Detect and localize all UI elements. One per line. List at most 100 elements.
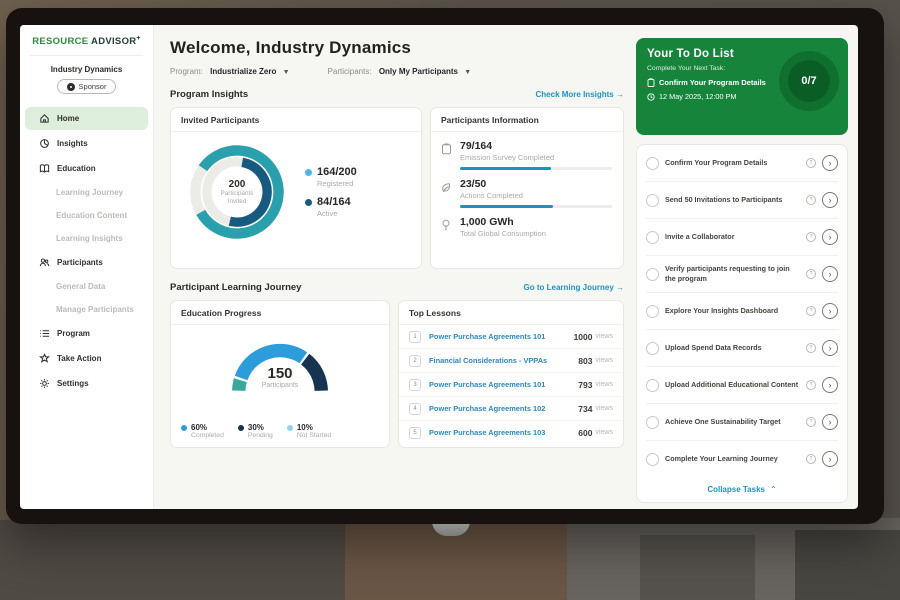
legend-dot xyxy=(287,425,293,431)
task-row: Verify participants requesting to join t… xyxy=(646,256,838,293)
sidebar-item-general-data[interactable]: General Data xyxy=(25,276,148,297)
task-info-icon[interactable]: ? xyxy=(806,269,816,279)
sidebar-item-insights[interactable]: Insights xyxy=(25,132,148,155)
sidebar-item-settings[interactable]: Settings xyxy=(25,372,148,395)
top-lessons-card: Top Lessons 1 Power Purchase Agreements … xyxy=(398,300,624,448)
lesson-rank: 1 xyxy=(409,331,421,343)
participants-filter-value: Only My Participants xyxy=(379,67,458,76)
task-info-icon[interactable]: ? xyxy=(806,454,816,464)
lesson-row: 1 Power Purchase Agreements 101 1000 vie… xyxy=(399,325,623,349)
sidebar-item-label: Insights xyxy=(57,139,88,148)
page-title: Welcome, Industry Dynamics xyxy=(170,38,624,58)
task-checkbox[interactable] xyxy=(646,157,659,170)
legend-item-not-started: 10% Not Started xyxy=(287,423,331,439)
card-title: Invited Participants xyxy=(171,108,421,132)
card-title: Education Progress xyxy=(171,301,389,325)
legend-dot xyxy=(305,169,312,176)
check-more-insights-link[interactable]: Check More Insights → xyxy=(536,90,624,99)
participants-icon xyxy=(39,257,50,268)
todo-due-date: 12 May 2025, 12:00 PM xyxy=(659,92,736,101)
lesson-link[interactable]: Power Purchase Agreements 101 xyxy=(429,332,574,341)
arrow-right-icon: → xyxy=(616,283,624,292)
sidebar-item-label: Home xyxy=(57,114,79,123)
collapse-tasks-link[interactable]: Collapse Tasks ⌃ xyxy=(646,477,838,502)
sidebar-item-learning-insights[interactable]: Learning Insights xyxy=(25,228,148,249)
lesson-rank: 3 xyxy=(409,379,421,391)
home-icon xyxy=(39,113,50,124)
chevron-up-icon: ⌃ xyxy=(770,485,777,494)
lesson-link[interactable]: Power Purchase Agreements 102 xyxy=(429,404,578,413)
todo-panel: Your To Do List Complete Your Next Task:… xyxy=(636,25,858,509)
task-checkbox[interactable] xyxy=(646,194,659,207)
gauge-center-label: Participants xyxy=(215,382,345,389)
progress-bar xyxy=(460,205,612,208)
education-icon xyxy=(39,163,50,174)
task-open-button[interactable]: › xyxy=(822,451,838,467)
clipboard-icon xyxy=(647,78,655,87)
task-open-button[interactable]: › xyxy=(822,340,838,356)
lesson-link[interactable]: Power Purchase Agreements 103 xyxy=(429,428,578,437)
lesson-link[interactable]: Power Purchase Agreements 101 xyxy=(429,380,578,389)
task-checkbox[interactable] xyxy=(646,416,659,429)
main-content: Welcome, Industry Dynamics Program: Indu… xyxy=(154,25,636,509)
task-checkbox[interactable] xyxy=(646,305,659,318)
sidebar-item-learning-journey[interactable]: Learning Journey xyxy=(25,182,148,203)
dashboard-screen: RESOURCE ADVISOR+ Industry Dynamics Spon… xyxy=(20,25,858,509)
task-open-button[interactable]: › xyxy=(822,266,838,282)
task-info-icon[interactable]: ? xyxy=(806,343,816,353)
sidebar-item-label: Manage Participants xyxy=(56,305,134,314)
task-checkbox[interactable] xyxy=(646,268,659,281)
sidebar: RESOURCE ADVISOR+ Industry Dynamics Spon… xyxy=(20,25,154,509)
task-checkbox[interactable] xyxy=(646,453,659,466)
program-filter[interactable]: Program: Industrialize Zero ▼ xyxy=(170,67,290,76)
info-row-actions: 23/50 Actions Completed xyxy=(431,170,623,208)
donut-center-value: 200 xyxy=(229,179,246,190)
task-checkbox[interactable] xyxy=(646,342,659,355)
lesson-row: 4 Power Purchase Agreements 102 734 view… xyxy=(399,397,623,421)
task-row: Upload Spend Data Records ? › xyxy=(646,330,838,367)
sidebar-item-label: Education Content xyxy=(56,211,127,220)
task-info-icon[interactable]: ? xyxy=(806,232,816,242)
task-open-button[interactable]: › xyxy=(822,377,838,393)
sidebar-item-label: Settings xyxy=(57,379,89,388)
sponsor-badge-label: Sponsor xyxy=(79,82,107,91)
sidebar-item-home[interactable]: Home xyxy=(25,107,148,130)
task-open-button[interactable]: › xyxy=(822,414,838,430)
todo-next-task: Confirm Your Program Details xyxy=(659,78,766,87)
task-info-icon[interactable]: ? xyxy=(806,380,816,390)
logo-advisor: ADVISOR xyxy=(91,36,136,47)
gauge-center-value: 150 xyxy=(215,365,345,382)
sidebar-item-participants[interactable]: Participants xyxy=(25,251,148,274)
task-checkbox[interactable] xyxy=(646,231,659,244)
logo-resource: RESOURCE xyxy=(32,36,88,47)
sidebar-item-take-action[interactable]: Take Action xyxy=(25,347,148,370)
sidebar-item-manage-participants[interactable]: Manage Participants xyxy=(25,299,148,320)
take-action-icon xyxy=(39,353,50,364)
sidebar-item-education-content[interactable]: Education Content xyxy=(25,205,148,226)
lesson-link[interactable]: Financial Considerations - VPPAs xyxy=(429,356,578,365)
task-info-icon[interactable]: ? xyxy=(806,195,816,205)
todo-summary-card: Your To Do List Complete Your Next Task:… xyxy=(636,38,848,135)
legend-item-registered: 164/200 Registered xyxy=(305,166,357,188)
sidebar-item-program[interactable]: Program xyxy=(25,322,148,345)
go-to-learning-journey-link[interactable]: Go to Learning Journey → xyxy=(524,283,624,292)
task-info-icon[interactable]: ? xyxy=(806,306,816,316)
task-info-icon[interactable]: ? xyxy=(806,158,816,168)
task-open-button[interactable]: › xyxy=(822,192,838,208)
task-info-icon[interactable]: ? xyxy=(806,417,816,427)
legend-dot xyxy=(238,425,244,431)
lesson-rank: 5 xyxy=(409,427,421,439)
task-row: Complete Your Learning Journey ? › xyxy=(646,441,838,477)
sidebar-item-education[interactable]: Education xyxy=(25,157,148,180)
chevron-down-icon: ▼ xyxy=(283,69,290,76)
app-logo: RESOURCE ADVISOR+ xyxy=(20,25,153,55)
participants-filter[interactable]: Participants: Only My Participants ▼ xyxy=(328,67,472,76)
todo-progress-value: 0/7 xyxy=(801,75,816,87)
task-open-button[interactable]: › xyxy=(822,303,838,319)
card-title: Top Lessons xyxy=(399,301,623,325)
task-open-button[interactable]: › xyxy=(822,229,838,245)
sidebar-item-label: General Data xyxy=(56,282,105,291)
task-checkbox[interactable] xyxy=(646,379,659,392)
settings-gear-icon xyxy=(39,378,50,389)
task-open-button[interactable]: › xyxy=(822,155,838,171)
